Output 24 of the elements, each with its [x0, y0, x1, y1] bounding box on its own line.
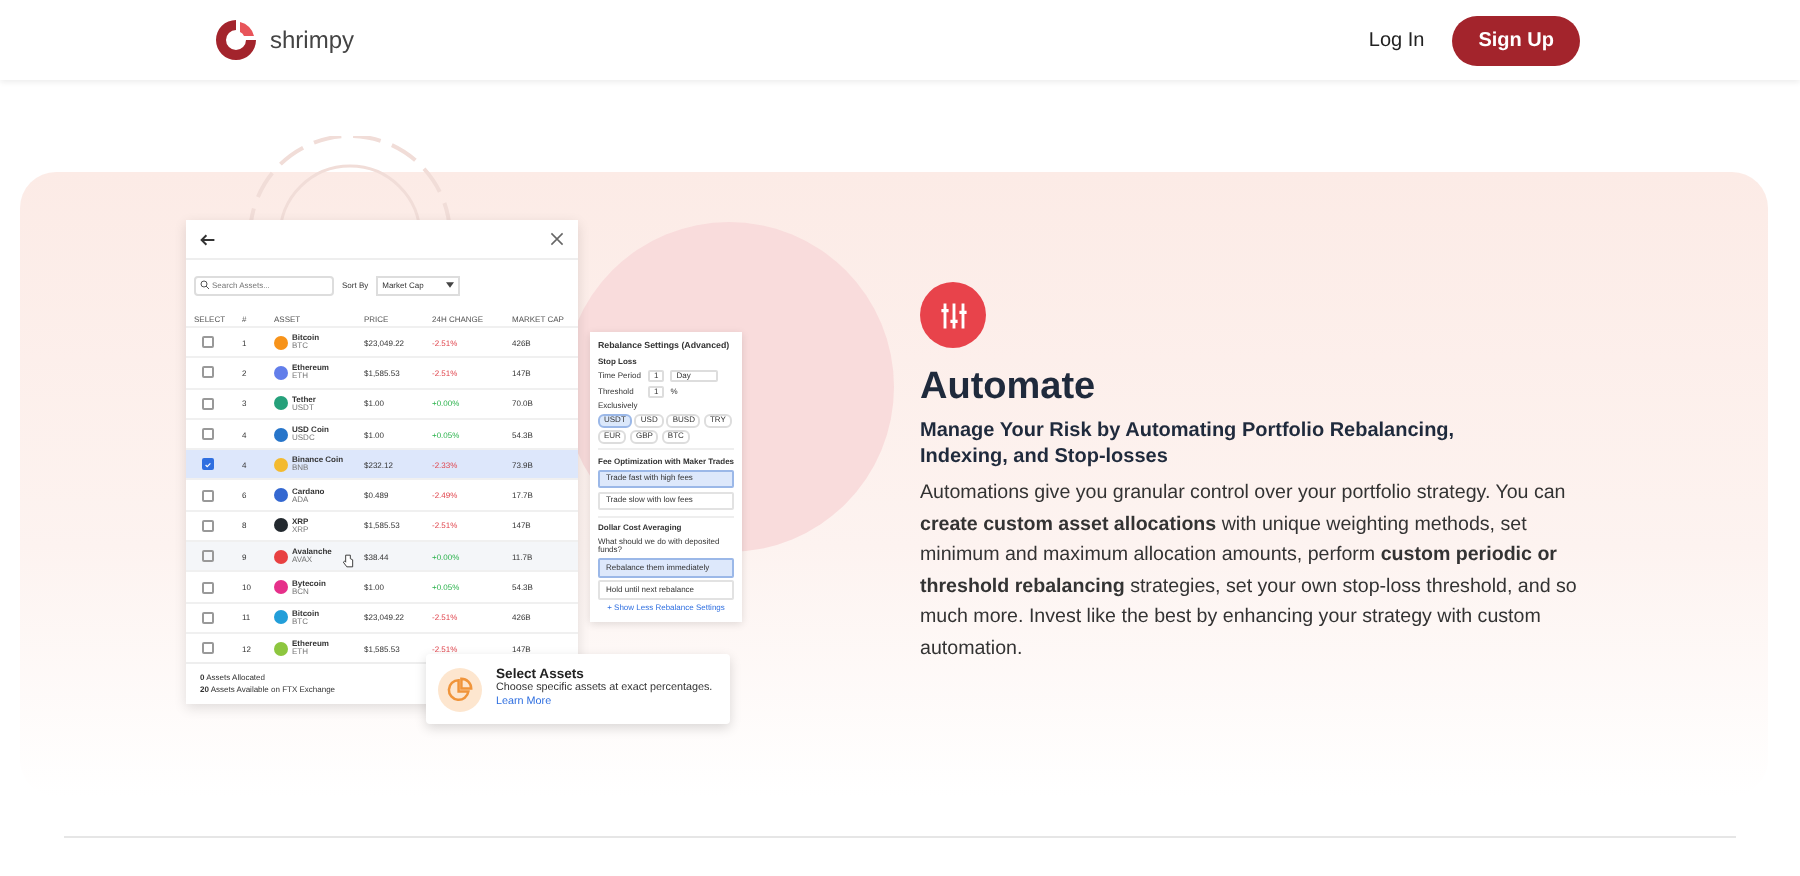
- checkbox[interactable]: [202, 611, 214, 624]
- search-icon: [200, 280, 210, 290]
- brand-name[interactable]: shrimpy: [270, 26, 355, 54]
- checkbox[interactable]: [202, 428, 214, 441]
- checkbox[interactable]: [202, 458, 214, 471]
- signup-button[interactable]: Sign Up: [1452, 15, 1580, 65]
- feature-title: Automate: [920, 366, 1098, 410]
- checkbox[interactable]: [202, 489, 214, 502]
- checkbox[interactable]: [202, 519, 214, 532]
- pie-chart-icon: [446, 675, 474, 703]
- checkbox[interactable]: [202, 581, 214, 594]
- checkbox[interactable]: [202, 366, 214, 379]
- checkbox[interactable]: [202, 336, 214, 349]
- checkbox[interactable]: [202, 550, 214, 563]
- sliders-icon: [920, 282, 986, 348]
- checkbox[interactable]: [202, 642, 214, 655]
- caret-icon: [446, 282, 455, 288]
- logo-icon: [212, 16, 260, 64]
- login-link[interactable]: Log In: [1368, 29, 1425, 51]
- feature-description: Automations give you granular control over your portfolio strategy. You can create custom asset allocations with unique weighting methods, set minimum and maximum allocation amounts, perform custom periodic or threshold rebalancing strategies, set your own stop-loss threshold, and so much more. Invest like the best by enhancing your strategy with custom automation.: [920, 480, 1579, 663]
- feature-subtitle: Manage Your Risk by Automating Portfolio Rebalancing, Indexing, and Stop-losses: [920, 418, 1457, 470]
- checkbox[interactable]: [202, 397, 214, 410]
- back-icon[interactable]: [200, 231, 216, 247]
- close-icon[interactable]: [550, 232, 564, 246]
